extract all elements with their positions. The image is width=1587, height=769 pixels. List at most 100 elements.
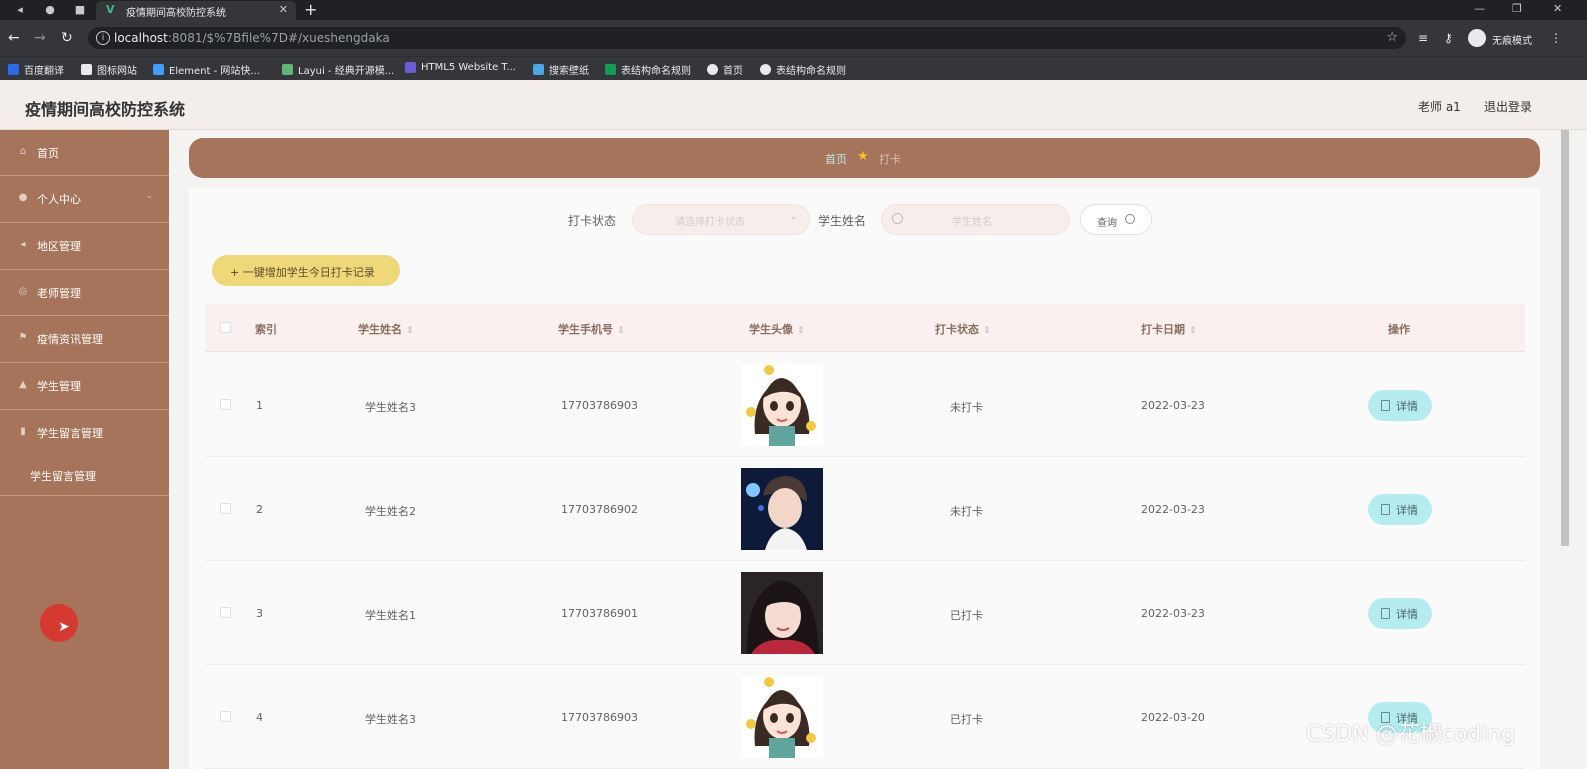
sidebar-item-region[interactable]: ◂ 地区管理 — [0, 223, 169, 270]
sidebar-item-home[interactable]: ⌂ 首页 — [0, 130, 169, 176]
bookmark-icon — [707, 64, 718, 75]
key-icon[interactable]: ⚷ — [1444, 30, 1453, 46]
cell-index: 2 — [256, 503, 263, 516]
cell-date: 2022-03-23 — [1141, 503, 1205, 516]
window-icon[interactable]: ■ — [72, 2, 88, 18]
sidebar-item-news[interactable]: ⚑ 疫情资讯管理 — [0, 316, 169, 363]
row-checkbox[interactable] — [220, 711, 231, 722]
add-checkin-button[interactable]: + 一键增加学生今日打卡记录 — [212, 255, 400, 286]
cell-phone: 17703786903 — [561, 399, 638, 412]
sidebar-item-label: 疫情资讯管理 — [37, 333, 103, 346]
map-icon: ◂ — [20, 239, 26, 250]
window-close-icon[interactable]: ✕ — [1553, 2, 1562, 15]
mute-icon[interactable]: ◂ — [12, 2, 28, 18]
new-tab-icon[interactable]: + — [304, 1, 317, 19]
sidebar-item-message[interactable]: ▮ 学生留言管理 — [0, 410, 169, 456]
student-avatar — [741, 468, 823, 550]
name-search-input[interactable]: 学生姓名 — [881, 204, 1070, 235]
header-phone[interactable]: 学生手机号 ⇕ — [558, 321, 625, 337]
sidebar-item-profile[interactable]: ● 个人中心 ⌄ — [0, 176, 169, 223]
cell-status: 已打卡 — [950, 609, 983, 622]
sort-icon[interactable]: ⇕ — [406, 326, 414, 336]
detail-button[interactable]: 详情 — [1368, 494, 1432, 525]
search-icon — [892, 213, 903, 224]
media-icon[interactable]: ≡ — [1418, 30, 1428, 46]
row-checkbox[interactable] — [220, 503, 231, 514]
browser-tab[interactable]: V 疫情期间高校防控系统 ✕ — [96, 1, 296, 20]
bookmark-icon — [605, 64, 616, 75]
app-header: 疫情期间高校防控系统 老师 a1 退出登录 — [0, 80, 1587, 130]
close-icon[interactable]: ✕ — [279, 3, 288, 16]
detail-button[interactable]: 详情 — [1368, 390, 1432, 421]
breadcrumb-home[interactable]: 首页 — [825, 151, 847, 167]
sort-icon[interactable]: ⇕ — [1189, 326, 1197, 336]
bookmark-item[interactable]: 百度翻译 — [8, 62, 64, 77]
chevron-down-icon: ⌄ — [789, 212, 797, 222]
submenu-item-message[interactable]: 学生留言管理 — [0, 456, 169, 496]
bookmark-icon — [760, 64, 771, 75]
query-button[interactable]: 查询 — [1080, 204, 1152, 235]
cell-phone: 17703786901 — [561, 607, 638, 620]
header-status[interactable]: 打卡状态 ⇕ — [935, 321, 991, 337]
cell-status: 已打卡 — [950, 713, 983, 726]
cell-date: 2022-03-20 — [1141, 711, 1205, 724]
bookmark-icon — [533, 64, 544, 75]
sidebar-item-teacher[interactable]: ◎ 老师管理 — [0, 270, 169, 316]
logout-link[interactable]: 退出登录 — [1484, 98, 1532, 115]
cell-date: 2022-03-23 — [1141, 399, 1205, 412]
forward-icon[interactable]: → — [34, 30, 46, 46]
sidebar-item-label: 学生管理 — [37, 380, 81, 393]
bookmark-item[interactable]: Element - 网站快... — [153, 62, 260, 77]
header-avatar[interactable]: 学生头像 ⇕ — [749, 321, 805, 337]
page-scrollbar[interactable] — [1560, 130, 1587, 769]
incognito-icon[interactable] — [1468, 29, 1486, 47]
bookmark-icon — [405, 62, 416, 73]
tab-title: 疫情期间高校防控系统 — [126, 8, 226, 19]
restore-icon[interactable]: ❐ — [1512, 2, 1522, 15]
bookmark-item[interactable]: 表结构命名规则 — [605, 62, 691, 77]
row-checkbox[interactable] — [220, 399, 231, 410]
cell-name: 学生姓名2 — [365, 505, 416, 518]
back-icon[interactable]: ← — [8, 30, 20, 46]
sidebar-item-label: 地区管理 — [37, 240, 81, 253]
header-index: 索引 — [255, 323, 277, 336]
scrollbar-thumb[interactable] — [1561, 130, 1569, 546]
more-icon[interactable]: ⋮ — [1550, 30, 1562, 46]
bookmark-item[interactable]: 首页 — [707, 62, 743, 77]
url-input[interactable]: i localhost:8081/$%7Bfile%7D#/xueshengda… — [88, 27, 1406, 49]
sidebar-item-label: 老师管理 — [37, 287, 81, 300]
home-icon: ⌂ — [19, 146, 27, 157]
bookmark-item[interactable]: 图标网站 — [81, 62, 137, 77]
reload-icon[interactable]: ↻ — [61, 30, 73, 46]
status-select[interactable]: 请选择打卡状态 ⌄ — [632, 204, 810, 235]
sort-icon[interactable]: ⇕ — [617, 326, 625, 336]
sidebar: ⌂ 首页 ● 个人中心 ⌄ ◂ 地区管理 ◎ 老师管理 ⚑ 疫情资讯管理 ▲ 学… — [0, 130, 169, 769]
name-input-placeholder: 学生姓名 — [952, 217, 992, 228]
sidebar-item-student[interactable]: ▲ 学生管理 — [0, 363, 169, 410]
select-all-checkbox[interactable] — [220, 322, 231, 333]
sort-icon[interactable]: ⇕ — [797, 326, 805, 336]
header-name[interactable]: 学生姓名 ⇕ — [358, 321, 414, 337]
header-date[interactable]: 打卡日期 ⇕ — [1141, 321, 1197, 337]
bookmark-icon — [8, 64, 19, 75]
bookmark-icon — [153, 64, 164, 75]
info-icon[interactable]: i — [96, 31, 110, 45]
cell-phone: 17703786903 — [561, 711, 638, 724]
minimize-icon[interactable]: — — [1474, 2, 1485, 15]
cursor-icon: ➤ — [58, 619, 70, 635]
sort-icon[interactable]: ⇕ — [983, 326, 991, 336]
table-row: 2 学生姓名2 17703786902 未打卡 2022-03-23 详情 — [205, 457, 1525, 561]
globe-icon[interactable]: ● — [42, 2, 58, 18]
student-icon: ▲ — [19, 379, 27, 390]
detail-button[interactable]: 详情 — [1368, 598, 1432, 629]
bookmark-item[interactable]: HTML5 Website T... — [405, 62, 516, 73]
bookmark-star-icon[interactable]: ☆ — [1386, 30, 1398, 45]
bookmark-item[interactable]: 表结构命名规则 — [760, 62, 846, 77]
document-icon — [1381, 608, 1390, 619]
main-content: 首页 ★ 打卡 打卡状态 请选择打卡状态 ⌄ 学生姓名 学生姓名 查询 + 一键… — [169, 130, 1560, 769]
add-checkin-label: + 一键增加学生今日打卡记录 — [230, 266, 375, 279]
bookmark-item[interactable]: 搜索壁纸 — [533, 62, 589, 77]
bookmark-item[interactable]: Layui - 经典开源模... — [282, 62, 394, 77]
row-checkbox[interactable] — [220, 607, 231, 618]
status-select-placeholder: 请选择打卡状态 — [675, 217, 745, 228]
